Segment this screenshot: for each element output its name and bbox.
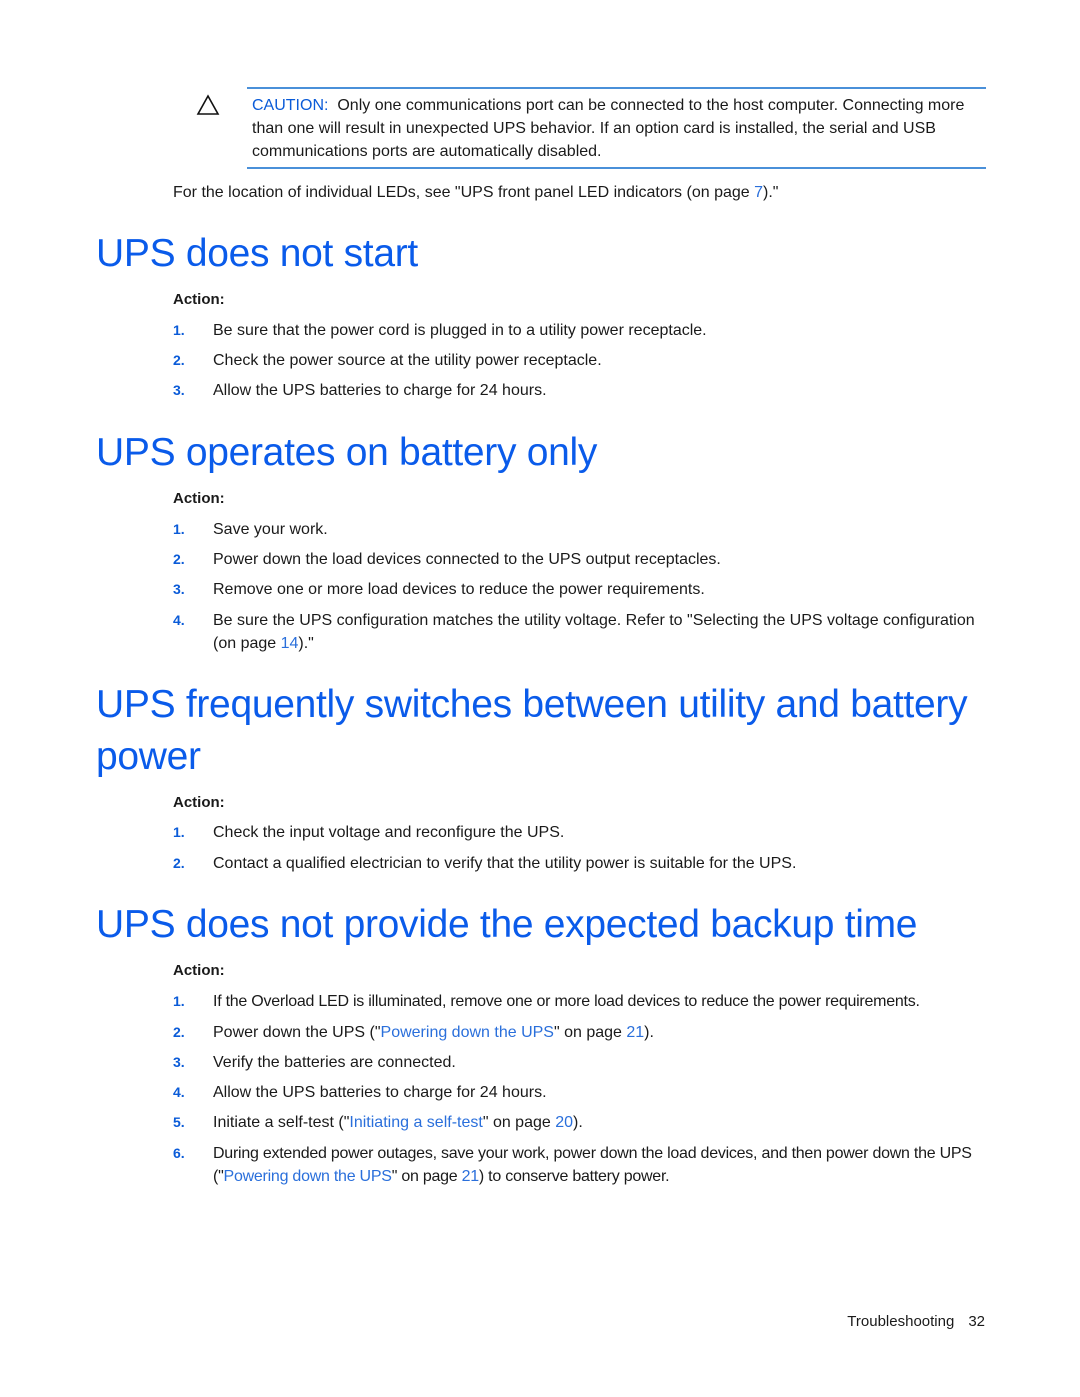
section-title-line: UPS frequently switches between utility … — [96, 683, 968, 726]
list-item: 2. Check the power source at the utility … — [173, 349, 988, 372]
list-item: 5. Initiate a self-test ("Initiating a se… — [173, 1111, 988, 1134]
footer-section-name: Troubleshooting — [847, 1313, 955, 1330]
list-item: 2. Power down the load devices connected … — [173, 548, 988, 571]
section-title: UPS operates on battery only — [96, 431, 598, 474]
item-text: Power down the load devices connected to… — [213, 551, 721, 568]
section-title: UPS frequently switches between utility … — [96, 679, 968, 783]
section-title: UPS does not start — [96, 232, 418, 275]
page-footer: Troubleshooting 32 — [847, 1313, 985, 1330]
item-text: During extended power outages, save your… — [213, 1142, 988, 1188]
item-text: Initiate a self-test ("Initiating a self… — [213, 1111, 988, 1134]
list-item: 2. Contact a qualified electrician to ver… — [173, 852, 988, 875]
item-number: 2. — [173, 855, 185, 871]
item-number: 4. — [173, 612, 185, 628]
item-number: 1. — [173, 993, 185, 1009]
item-number: 1. — [173, 322, 185, 338]
item-number: 6. — [173, 1145, 185, 1161]
item-number: 3. — [173, 1054, 185, 1070]
page-link[interactable]: 7 — [754, 184, 763, 201]
list-item: 4. Be sure the UPS configuration matches … — [173, 609, 988, 655]
item-number: 5. — [173, 1114, 185, 1130]
item-text-mid: " on page — [391, 1168, 462, 1185]
page-link[interactable]: 21 — [626, 1024, 644, 1041]
list-item: 3. Remove one or more load devices to red… — [173, 578, 988, 601]
page-link[interactable]: 21 — [462, 1168, 480, 1185]
item-text: If the Overload LED is illuminated, remo… — [213, 993, 920, 1010]
item-number: 3. — [173, 581, 185, 597]
warning-triangle-icon — [196, 94, 220, 115]
section-title-line: power — [96, 735, 201, 778]
list-item: 1. Check the input voltage and reconfigur… — [173, 821, 988, 844]
caution-text: Only one communications port can be conn… — [252, 97, 965, 160]
item-number: 1. — [173, 824, 185, 840]
item-text: Verify the batteries are connected. — [213, 1054, 456, 1071]
item-text-end: )." — [298, 635, 314, 652]
item-text: Save your work. — [213, 521, 328, 538]
cross-reference-link[interactable]: Powering down the UPS — [224, 1168, 392, 1185]
item-text-mid: " on page — [553, 1024, 627, 1041]
list-item: 1. Save your work. — [173, 518, 988, 541]
list-item: 3. Allow the UPS batteries to charge for … — [173, 379, 988, 402]
section-title: UPS does not provide the expected backup… — [96, 903, 918, 946]
list-item: 6. During extended power outages, save yo… — [173, 1142, 988, 1188]
page-link[interactable]: 20 — [555, 1114, 573, 1131]
item-number: 4. — [173, 1084, 185, 1100]
item-text: Remove one or more load devices to reduc… — [213, 581, 705, 598]
item-text: Contact a qualified electrician to verif… — [213, 855, 797, 872]
list-item: 1. Be sure that the power cord is plugged… — [173, 319, 988, 342]
caution-label: CAUTION: — [252, 97, 329, 114]
caution-box: CAUTION: Only one communications port ca… — [247, 87, 986, 169]
item-text-start: Initiate a self-test (" — [213, 1114, 350, 1131]
intro-text-end: )." — [763, 184, 779, 201]
action-label: Action: — [173, 291, 225, 308]
cross-reference-link[interactable]: Powering down the UPS — [381, 1024, 554, 1041]
item-text-end: ) to conserve battery power. — [478, 1168, 670, 1185]
item-text-start: Be sure the UPS configuration matches th… — [213, 612, 975, 652]
intro-text: For the location of individual LEDs, see… — [173, 184, 755, 201]
action-label: Action: — [173, 962, 225, 979]
list-item: 3. Verify the batteries are connected. — [173, 1051, 988, 1074]
list-item: 1. If the Overload LED is illuminated, re… — [173, 990, 988, 1013]
item-text: Be sure the UPS configuration matches th… — [213, 609, 988, 655]
footer-page-number: 32 — [968, 1313, 985, 1330]
list-item: 4. Allow the UPS batteries to charge for … — [173, 1081, 988, 1104]
action-label: Action: — [173, 794, 225, 811]
list-item: 2. Power down the UPS ("Powering down the… — [173, 1021, 988, 1044]
item-text: Allow the UPS batteries to charge for 24… — [213, 382, 547, 399]
item-number: 2. — [173, 1024, 185, 1040]
item-text: Power down the UPS ("Powering down the U… — [213, 1021, 988, 1044]
page-link[interactable]: 14 — [281, 635, 299, 652]
item-text-end: ). — [644, 1024, 654, 1041]
action-label: Action: — [173, 490, 225, 507]
intro-paragraph: For the location of individual LEDs, see… — [173, 181, 778, 204]
item-text: Be sure that the power cord is plugged i… — [213, 322, 707, 339]
item-number: 2. — [173, 352, 185, 368]
item-number: 1. — [173, 521, 185, 537]
item-text-start: Power down the UPS (" — [213, 1024, 381, 1041]
item-text-end: ). — [573, 1114, 583, 1131]
item-text: Check the power source at the utility po… — [213, 352, 602, 369]
item-text-mid: " on page — [482, 1114, 556, 1131]
item-number: 2. — [173, 551, 185, 567]
item-number: 3. — [173, 382, 185, 398]
cross-reference-link[interactable]: Initiating a self-test — [349, 1114, 482, 1131]
item-text: Allow the UPS batteries to charge for 24… — [213, 1084, 547, 1101]
item-text: Check the input voltage and reconfigure … — [213, 824, 565, 841]
